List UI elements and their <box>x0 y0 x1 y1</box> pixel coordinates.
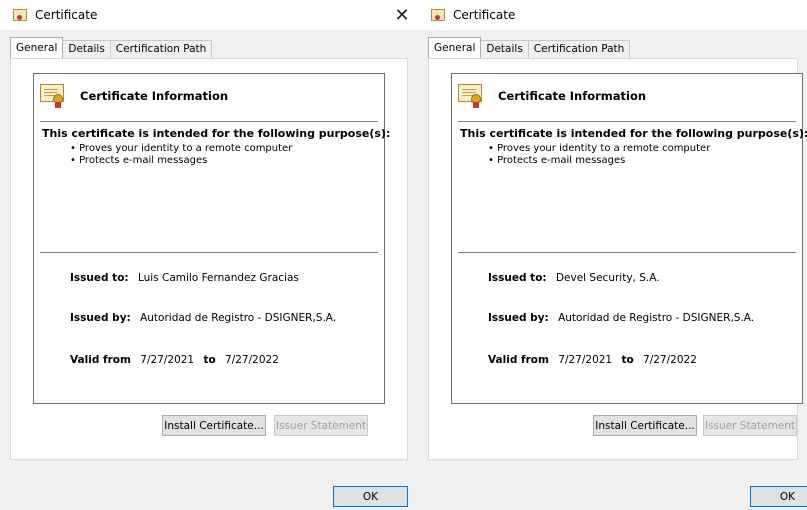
certificate-info-title: Certificate Information <box>80 89 229 103</box>
valid-from-value: 7/27/2021 <box>558 354 613 366</box>
issued-by-row: Issued by: Autoridad de Registro - DSIGN… <box>70 312 336 324</box>
purpose-list: • Proves your identity to a remote compu… <box>488 143 710 167</box>
tab-strip: General Details Certification Path <box>10 37 213 58</box>
issued-to-value: Luis Camilo Fernandez Gracias <box>137 272 299 284</box>
purpose-list: • Proves your identity to a remote compu… <box>70 143 292 167</box>
title-bar: Certificate ✕ <box>0 0 418 30</box>
issuer-statement-button[interactable]: Issuer Statement <box>274 415 368 436</box>
tab-strip: General Details Certification Path <box>428 37 631 58</box>
issued-to-value: Devel Security, S.A. <box>555 272 660 284</box>
issued-by-value: Autoridad de Registro - DSIGNER,S.A. <box>558 312 755 324</box>
issued-by-label: Issued by: <box>488 312 549 324</box>
divider <box>40 252 378 253</box>
tab-certification-path[interactable]: Certification Path <box>527 40 631 58</box>
purpose-item: • Proves your identity to a remote compu… <box>70 143 293 154</box>
purpose-heading: This certificate is intended for the fol… <box>460 127 807 140</box>
certificate-info-box: Certificate Information This certificate… <box>33 73 390 404</box>
certificate-dialog-left: Certificate ✕ General Details Certificat… <box>0 0 418 510</box>
issued-to-row: Issued to: Luis Camilo Fernandez Gracias <box>70 272 299 284</box>
install-certificate-button[interactable]: Install Certificate... <box>593 415 697 436</box>
certificate-info-box: Certificate Information This certificate… <box>451 73 807 404</box>
certificate-icon <box>40 84 66 108</box>
install-certificate-button[interactable]: Install Certificate... <box>162 415 266 436</box>
close-button[interactable]: ✕ <box>386 0 418 30</box>
valid-to-value: 7/27/2022 <box>225 354 279 366</box>
certificate-info-header: Certificate Information <box>458 84 646 108</box>
ok-button[interactable]: OK <box>333 486 408 507</box>
valid-from-label: Valid from <box>488 354 549 366</box>
valid-to-value: 7/27/2022 <box>643 354 697 366</box>
tab-details[interactable]: Details <box>480 40 529 58</box>
issued-by-row: Issued by: Autoridad de Registro - DSIGN… <box>488 312 754 324</box>
tab-details[interactable]: Details <box>62 40 111 58</box>
certificate-info-header: Certificate Information <box>40 84 228 108</box>
certificate-icon <box>458 84 484 108</box>
certificate-info-title: Certificate Information <box>498 89 647 103</box>
divider <box>40 121 378 122</box>
purpose-item: • Proves your identity to a remote compu… <box>488 143 711 154</box>
tab-general[interactable]: General <box>10 37 64 58</box>
tab-certification-path[interactable]: Certification Path <box>109 40 213 58</box>
certificate-icon <box>431 9 445 21</box>
validity-row: Valid from 7/27/2021 to 7/27/2022 <box>488 354 697 366</box>
window-title: Certificate <box>453 8 516 22</box>
issued-by-label: Issued by: <box>70 312 131 324</box>
ok-button[interactable]: OK <box>750 486 807 507</box>
general-tab-panel: Certificate Information This certificate… <box>10 58 408 460</box>
validity-row: Valid from 7/27/2021 to 7/27/2022 <box>70 354 279 366</box>
issued-to-label: Issued to: <box>488 272 547 284</box>
general-tab-panel: Certificate Information This certificate… <box>428 58 807 460</box>
purpose-item: • Protects e-mail messages <box>488 155 626 166</box>
window-title: Certificate <box>35 8 98 22</box>
valid-to-label: to <box>621 354 634 366</box>
certificate-dialog-right: Certificate General Details Certificatio… <box>418 0 807 510</box>
purpose-item: • Protects e-mail messages <box>70 155 208 166</box>
tab-general[interactable]: General <box>428 37 482 58</box>
issuer-statement-button[interactable]: Issuer Statement <box>703 415 797 436</box>
valid-from-value: 7/27/2021 <box>140 354 195 366</box>
valid-from-label: Valid from <box>70 354 131 366</box>
purpose-heading: This certificate is intended for the fol… <box>42 127 391 140</box>
certificate-icon <box>13 9 27 21</box>
issued-to-row: Issued to: Devel Security, S.A. <box>488 272 660 284</box>
divider <box>458 252 796 253</box>
issued-to-label: Issued to: <box>70 272 129 284</box>
divider <box>458 121 796 122</box>
valid-to-label: to <box>203 354 216 366</box>
issued-by-value: Autoridad de Registro - DSIGNER,S.A. <box>140 312 337 324</box>
title-bar: Certificate <box>418 0 807 30</box>
